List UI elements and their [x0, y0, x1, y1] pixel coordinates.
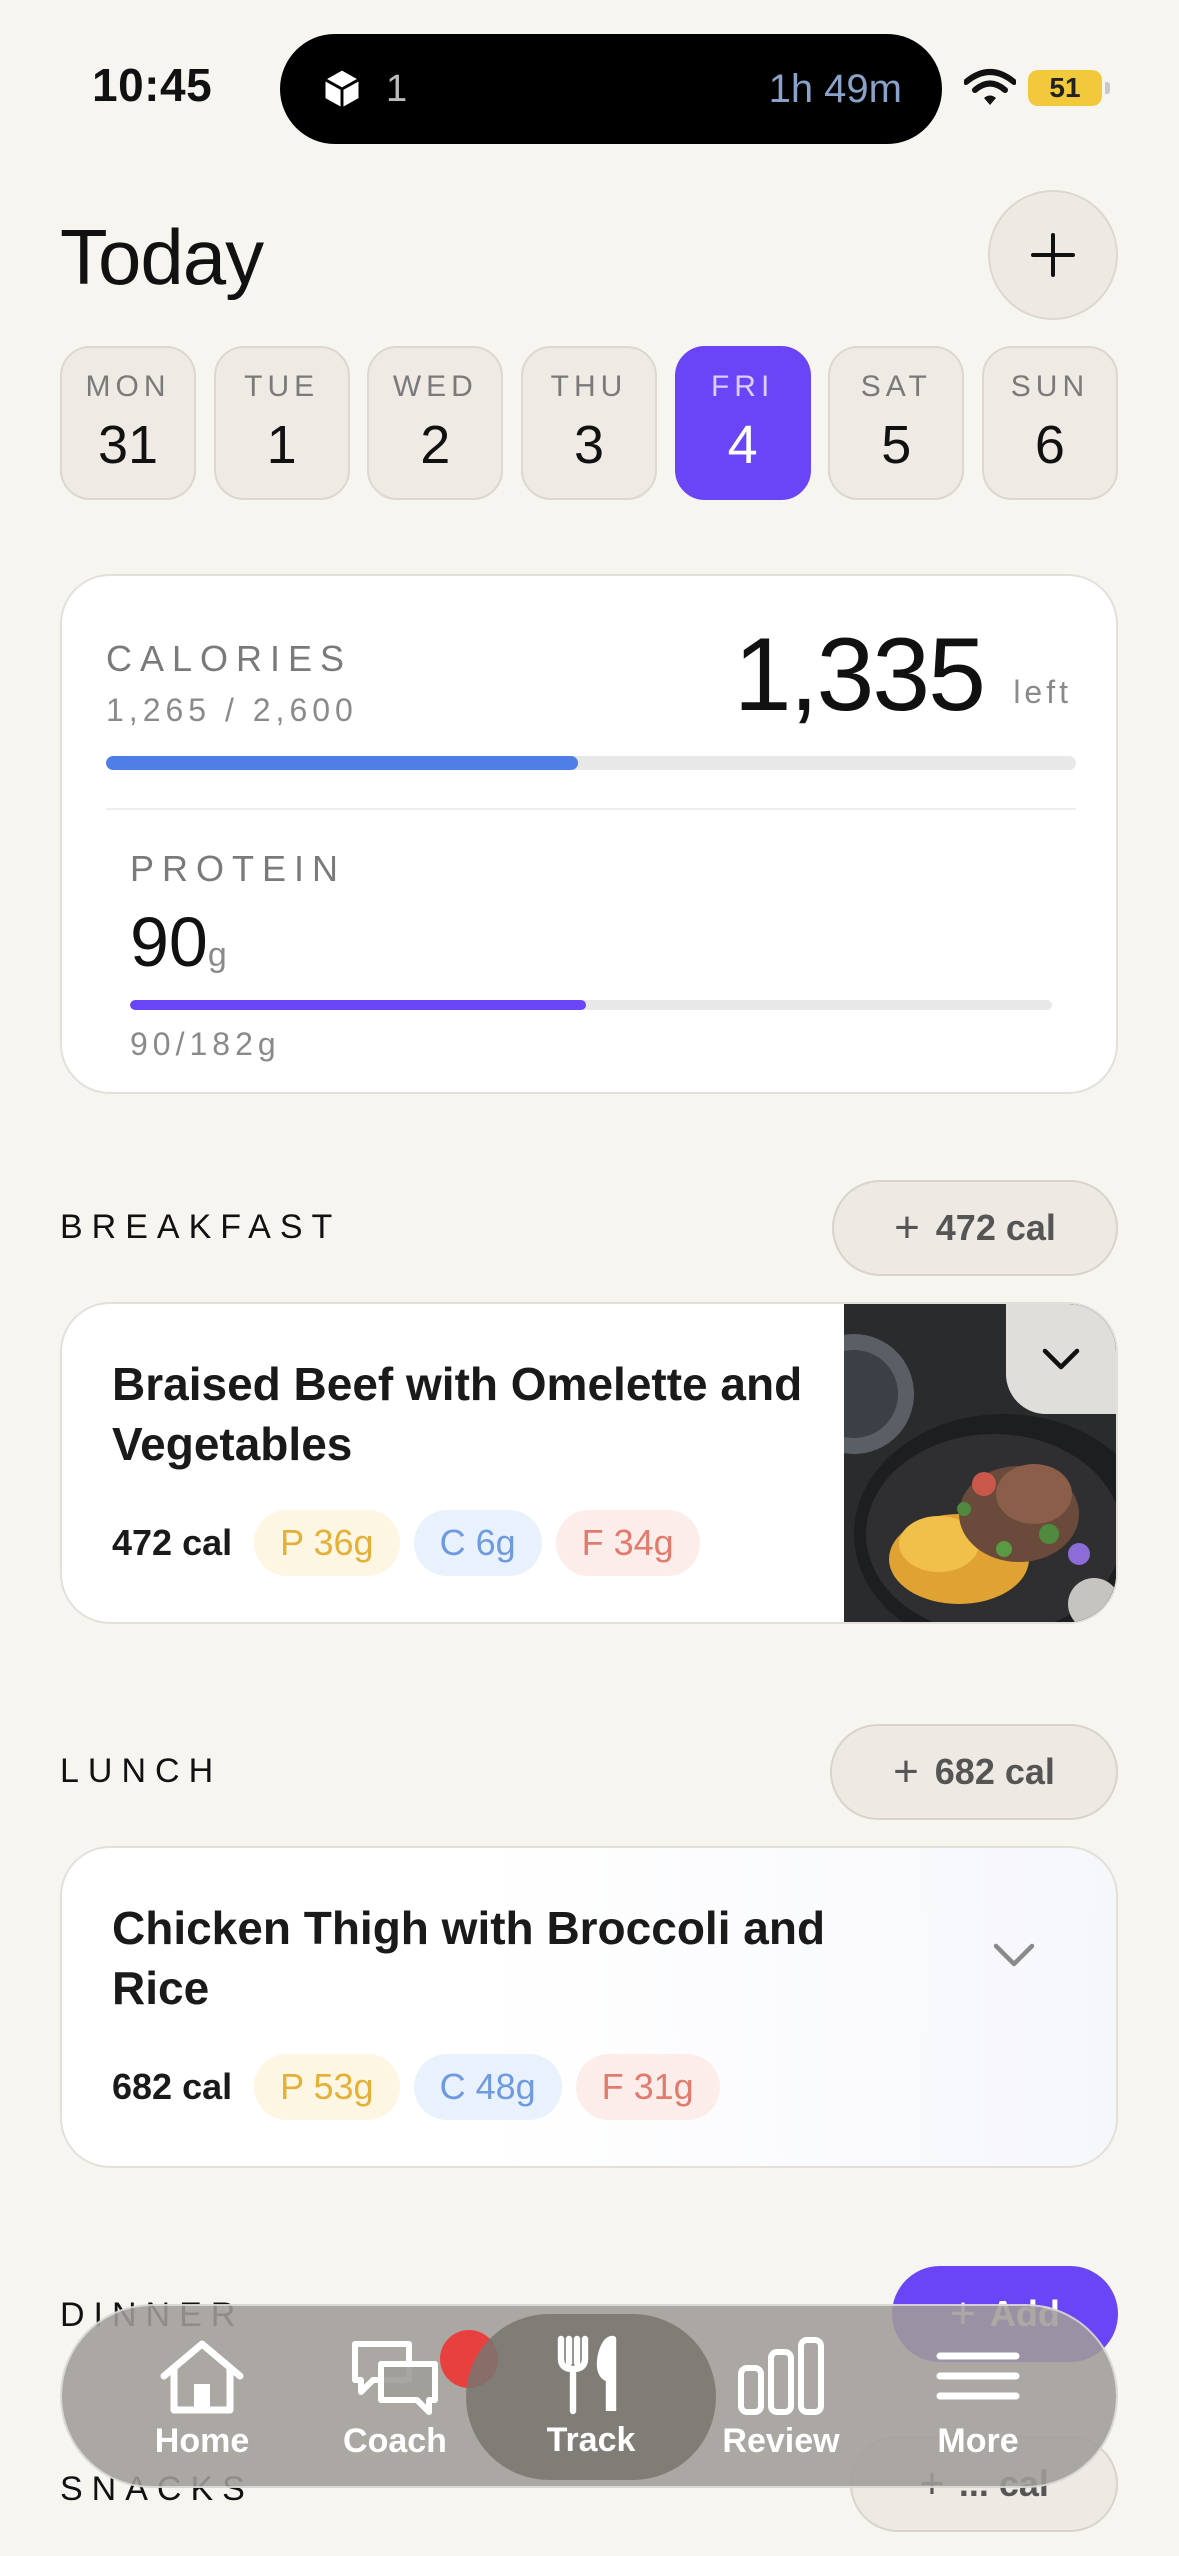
chevron-down-icon[interactable] — [990, 1940, 1038, 1970]
wifi-icon — [964, 69, 1016, 105]
divider — [106, 808, 1076, 810]
status-time: 10:45 — [92, 59, 213, 111]
carbs-chip: C 6g — [413, 1510, 542, 1576]
meal-stats: 472 cal P 36g C 6g F 34g — [112, 1510, 714, 1576]
activity-timer: 1h 49m — [768, 66, 902, 111]
plus-icon: + — [893, 1747, 919, 1796]
cube-icon — [324, 70, 360, 108]
meal-card-breakfast[interactable]: Braised Beef with Omelette and Vegetable… — [60, 1302, 1118, 1624]
protein-consumed-total: 90/182g — [130, 1026, 281, 1062]
chat-bubbles-icon — [352, 2340, 438, 2415]
tab-track[interactable]: Track — [466, 2314, 716, 2480]
activity-count: 1 — [386, 67, 408, 110]
home-icon — [160, 2340, 244, 2413]
protein-progress-fill — [130, 1000, 587, 1010]
protein-progress-bar — [130, 1000, 1052, 1010]
tab-more[interactable]: More — [888, 2306, 1068, 2490]
fork-knife-icon — [557, 2335, 617, 2414]
calories-label: CALORIES — [106, 638, 353, 679]
tab-home[interactable]: Home — [112, 2306, 292, 2490]
bar-chart-icon — [738, 2336, 824, 2415]
calories-remaining-unit: left — [1013, 674, 1072, 710]
tab-review[interactable]: Review — [691, 2306, 871, 2490]
menu-icon — [936, 2352, 1020, 2399]
section-label-lunch: LUNCH — [60, 1752, 223, 1790]
battery-indicator: 51 — [1028, 70, 1110, 106]
dynamic-island[interactable]: 1 1h 49m — [280, 34, 942, 144]
tab-bar: Home Coach Track Review More — [60, 2304, 1118, 2488]
meal-name: Braised Beef with Omelette and Vegetable… — [112, 1358, 803, 1470]
week-selector: MON 31 TUE 1 WED 2 THU 3 FRI 4 SAT 5 SUN 6 — [60, 346, 1118, 500]
meal-photo[interactable] — [844, 1304, 1116, 1622]
day-wed[interactable]: WED 2 — [367, 346, 504, 500]
add-breakfast-button[interactable]: +472 cal — [832, 1180, 1118, 1276]
calories-progress-bar — [106, 756, 1076, 770]
meal-calories: 472 cal — [112, 1522, 233, 1563]
protein-chip: P 53g — [254, 2054, 400, 2120]
page-title: Today — [60, 213, 264, 301]
meal-card-lunch[interactable]: Chicken Thigh with Broccoli and Rice 682… — [60, 1846, 1118, 2168]
section-label-breakfast: BREAKFAST — [60, 1208, 342, 1246]
meal-calories: 682 cal — [112, 2066, 233, 2107]
day-fri-selected[interactable]: FRI 4 — [674, 346, 811, 500]
protein-chip: P 36g — [254, 1510, 400, 1576]
calories-consumed-total: 1,265 / 2,600 — [106, 692, 358, 728]
day-thu[interactable]: THU 3 — [520, 346, 657, 500]
plus-icon: + — [894, 1203, 920, 1252]
day-sun[interactable]: SUN 6 — [981, 346, 1118, 500]
add-lunch-button[interactable]: +682 cal — [830, 1724, 1118, 1820]
meal-name: Chicken Thigh with Broccoli and Rice — [112, 1902, 826, 2014]
carbs-chip: C 48g — [413, 2054, 562, 2120]
meal-stats: 682 cal P 53g C 48g F 31g — [112, 2054, 734, 2120]
protein-value: 90g — [130, 903, 227, 981]
day-mon[interactable]: MON 31 — [60, 346, 196, 500]
nutrition-summary-card[interactable]: CALORIES 1,265 / 2,600 1,335 left PROTEI… — [60, 574, 1118, 1094]
day-sat[interactable]: SAT 5 — [828, 346, 965, 500]
chevron-down-icon — [1042, 1348, 1080, 1370]
fat-chip: F 31g — [575, 2054, 720, 2120]
calories-remaining: 1,335 — [733, 617, 986, 733]
protein-label: PROTEIN — [130, 848, 347, 889]
expand-meal-button[interactable] — [1006, 1304, 1116, 1414]
plus-icon — [1031, 233, 1075, 277]
calories-progress-fill — [106, 756, 579, 770]
add-entry-button[interactable] — [988, 190, 1118, 320]
fat-chip: F 34g — [555, 1510, 700, 1576]
day-tue[interactable]: TUE 1 — [213, 346, 350, 500]
